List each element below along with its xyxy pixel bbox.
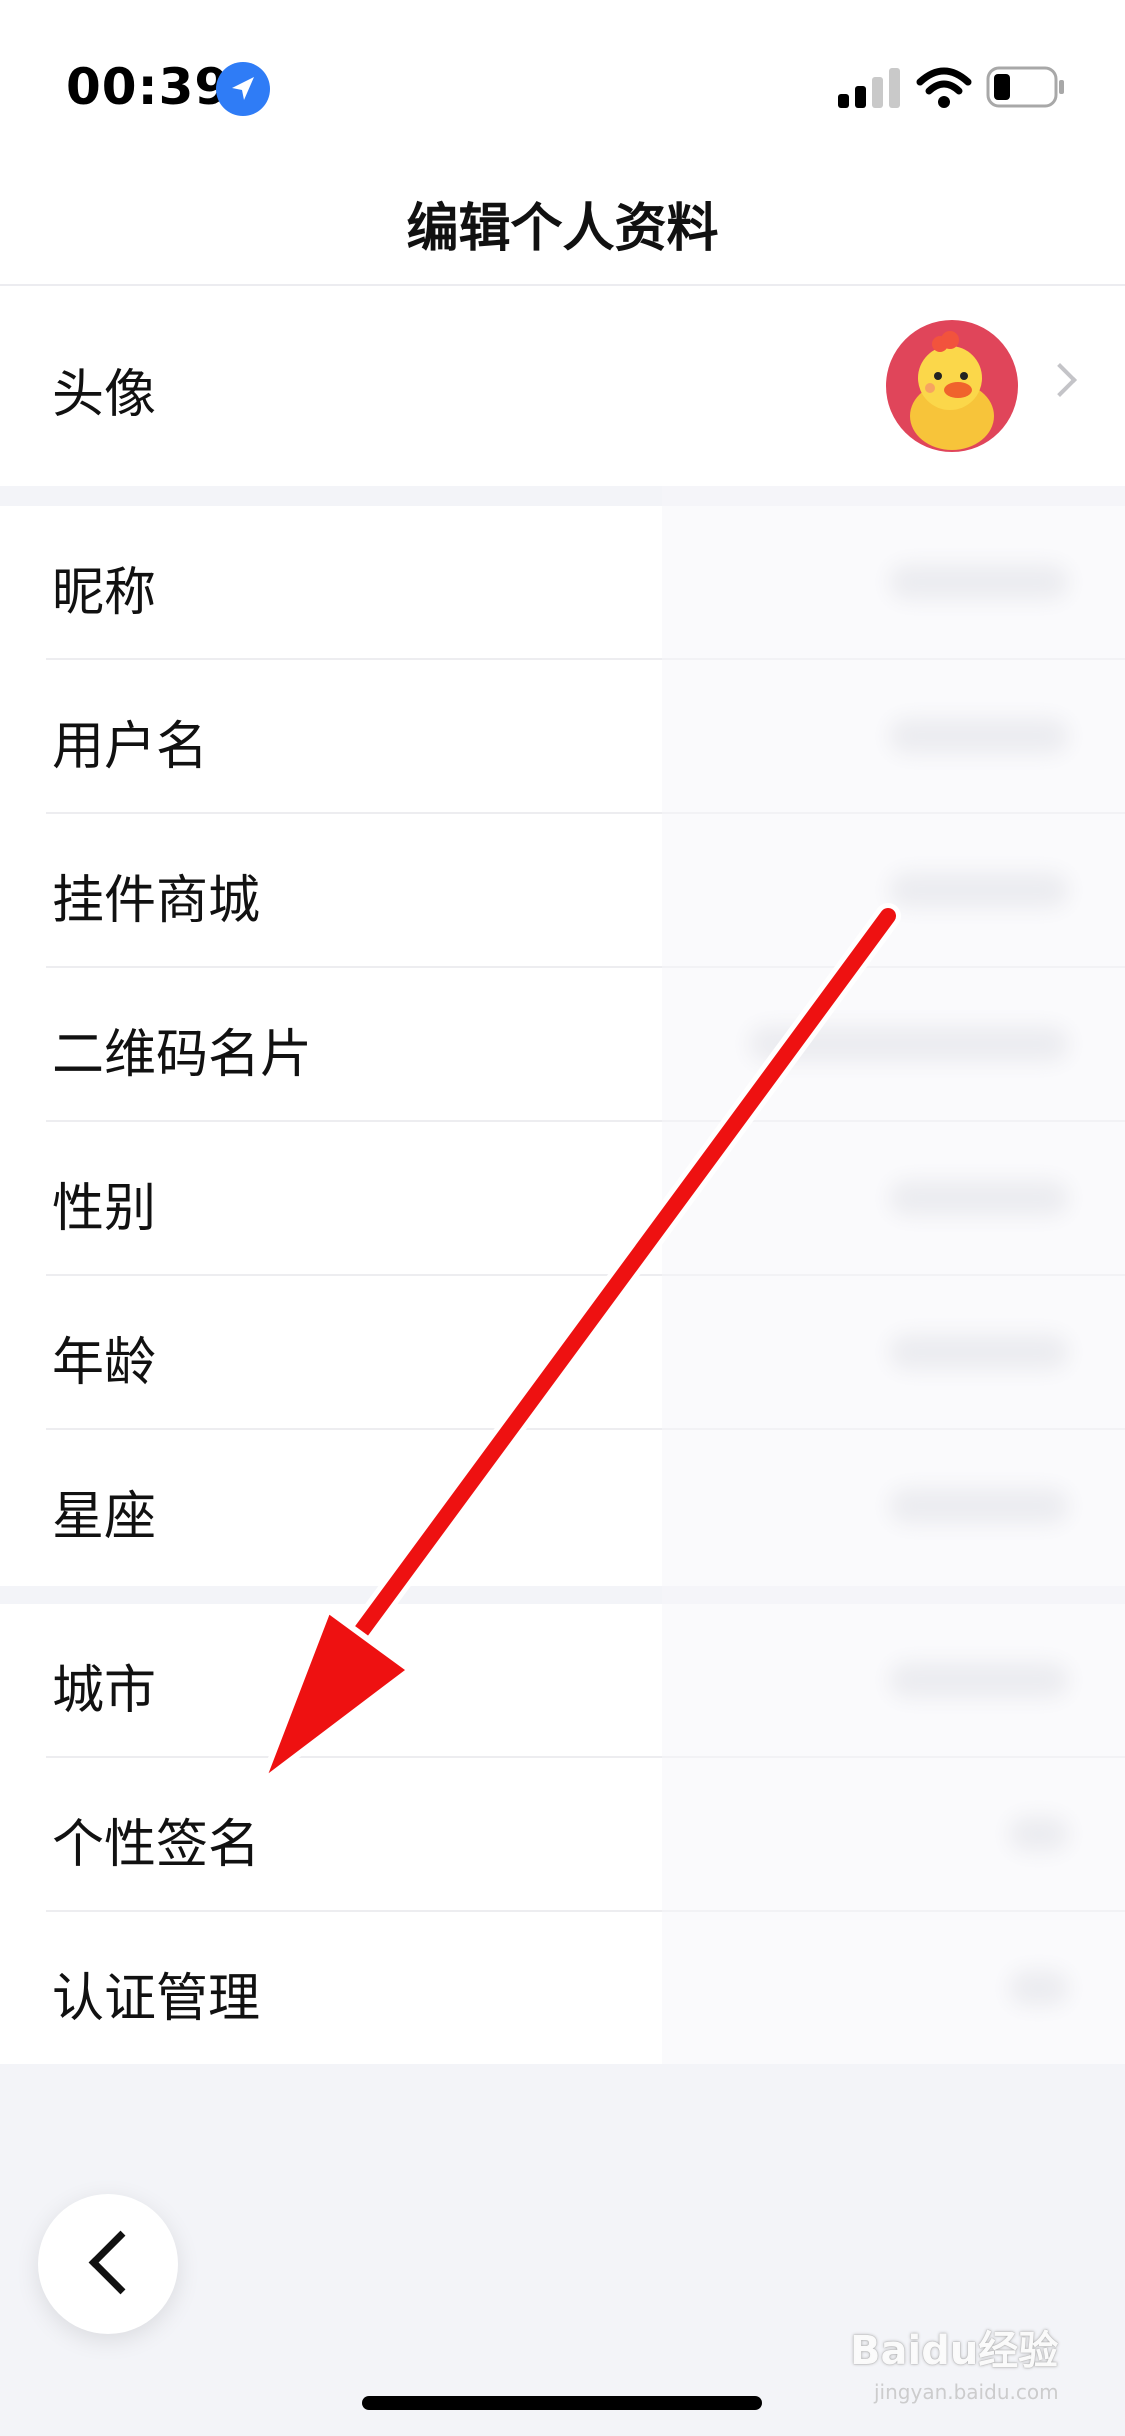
chevron-right-icon [1043, 363, 1077, 397]
watermark-logo: Baidu经验 [850, 2328, 1059, 2374]
list-item-label: 性别 [52, 1179, 157, 1239]
list-item-label: 二维码名片 [52, 1025, 313, 1085]
list-item-label: 挂件商城 [52, 871, 261, 931]
navigation-bar: 编辑个人资料 [0, 170, 1125, 286]
page-title: 编辑个人资料 [406, 199, 719, 259]
avatar-row-label: 头像 [52, 365, 157, 425]
blur-overlay [662, 486, 1125, 2064]
list-item-label: 年龄 [52, 1333, 157, 1393]
status-bar: 00:39 [0, 0, 1125, 170]
list-item-label: 昵称 [52, 563, 157, 623]
list-item-label: 个性签名 [52, 1815, 261, 1875]
cellular-signal-icon [838, 68, 900, 108]
avatar [886, 320, 1018, 452]
battery-icon [986, 66, 1064, 108]
chevron-left-icon [88, 2230, 153, 2295]
status-time: 00:39 [66, 58, 231, 116]
list-item-label: 认证管理 [52, 1969, 261, 2029]
back-button[interactable] [38, 2194, 178, 2334]
location-arrow-icon [216, 62, 270, 116]
wifi-icon [916, 67, 972, 108]
list-item-label: 用户名 [52, 717, 209, 777]
avatar-row[interactable]: 头像 [0, 286, 1125, 486]
list-item-label: 星座 [52, 1487, 157, 1547]
home-indicator[interactable] [362, 2396, 762, 2410]
list-item-label: 城市 [52, 1661, 157, 1721]
watermark-url: jingyan.baidu.com [874, 2380, 1059, 2404]
